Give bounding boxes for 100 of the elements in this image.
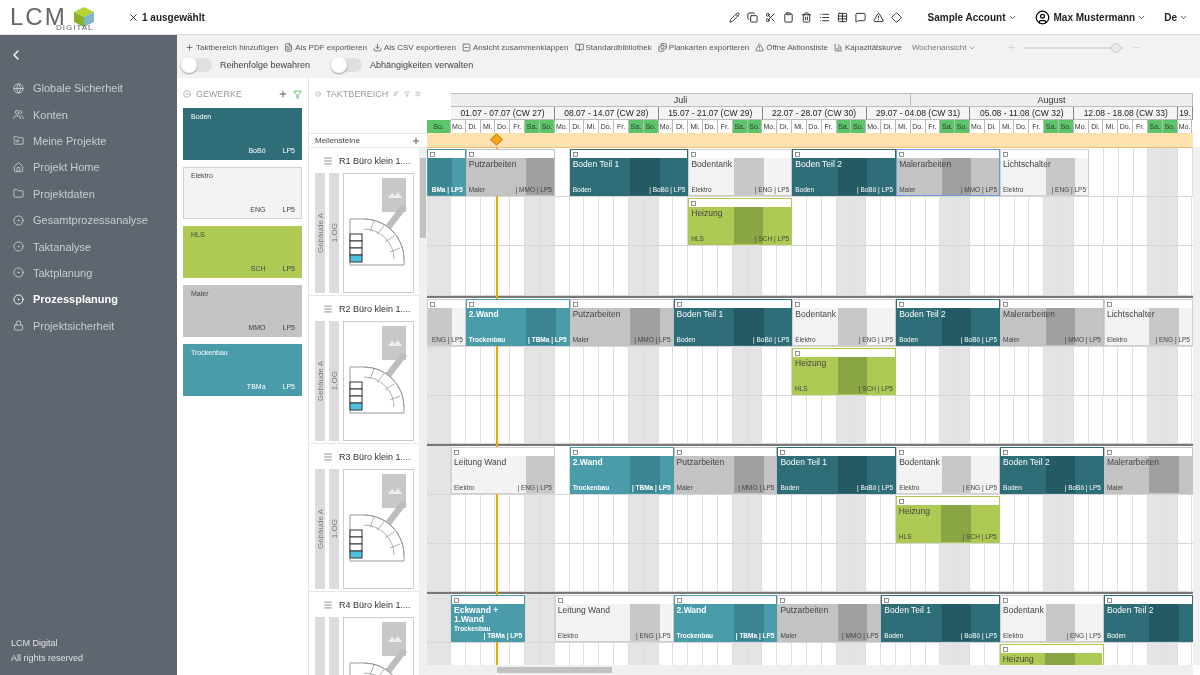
toggle-switch[interactable] (332, 57, 363, 72)
table-icon[interactable] (836, 11, 848, 23)
nav-item[interactable]: Projektdaten (0, 180, 177, 207)
task-title: Lichtschalter (1003, 160, 1052, 169)
language-menu[interactable]: De (1162, 9, 1190, 25)
building-label: Gebäude A (315, 360, 325, 401)
filter-icon[interactable] (293, 89, 302, 99)
week-header: 29.07 - 04.08 (CW 31) (866, 107, 971, 120)
plus-icon (185, 43, 194, 52)
task-title: Bodentank (795, 310, 837, 319)
drag-handle-icon[interactable] (323, 156, 333, 166)
copy-icon[interactable] (746, 11, 758, 23)
add-icon[interactable] (411, 135, 421, 146)
toolbar-button[interactable]: Als PDF exportieren (281, 43, 370, 52)
toggle-label: Abhängigkeiten verwalten (370, 59, 474, 70)
nav-item[interactable]: Gesamtprozessanalyse (0, 206, 177, 234)
warning-icon[interactable] (872, 11, 884, 23)
account-menu[interactable]: Sample Account (925, 9, 1019, 25)
lock-icon (13, 320, 24, 332)
diamond-icon[interactable] (890, 11, 902, 23)
task-title: Heizung (1002, 655, 1035, 664)
task-title: Heizung (691, 209, 724, 218)
delete-icon[interactable] (800, 11, 812, 23)
week-header: 08.07 - 14.07 (CW 28) (554, 107, 659, 120)
folder-icon (13, 188, 24, 200)
room-name: R1 Büro klein 1.... (339, 156, 411, 166)
user-menu[interactable]: Max Mustermann (1051, 9, 1149, 25)
zoom-in-icon[interactable] (1007, 43, 1017, 52)
toolbar-button[interactable]: Als CSV exportieren (369, 43, 459, 52)
slider-thumb[interactable] (1111, 42, 1122, 53)
room-name: R3 Büro klein 1.... (339, 452, 411, 462)
sort-icon[interactable] (393, 90, 400, 98)
toggle-switch[interactable] (182, 57, 212, 72)
task-title: Lichtschalter (1106, 310, 1156, 319)
nav-item[interactable]: Taktanalyse (0, 233, 177, 260)
vertical-scrollbar[interactable] (1193, 147, 1200, 665)
nav-item[interactable]: Projektsicherheit (0, 312, 177, 339)
nav-item[interactable]: Prozessplanung (0, 286, 177, 313)
nav-label: Globale Sicherheit (33, 82, 123, 95)
nav-label: Projekt Home (33, 161, 100, 174)
task-title: Boden Teil 2 (795, 160, 843, 169)
task-title: Boden Teil 2 (1003, 458, 1051, 467)
nav-label: Taktplanung (33, 266, 93, 279)
task-title: 2.Wand (468, 310, 500, 319)
toolbar-button[interactable]: Ansicht zusammenklappen (458, 43, 572, 52)
drag-handle-icon[interactable] (323, 452, 333, 462)
task-title: Malerarbeiten (1003, 310, 1057, 319)
toolbar-button[interactable]: Plankarten exportieren (654, 43, 753, 52)
list-icon[interactable] (818, 11, 830, 23)
home-icon (13, 161, 24, 173)
circle-icon (13, 293, 24, 305)
book-icon (574, 43, 584, 52)
folder-icon (13, 135, 24, 147)
collapse-icon (461, 43, 471, 52)
task-title: Heizung (795, 359, 828, 368)
radio-icon[interactable] (183, 90, 191, 98)
footer-text: LCM Digital (11, 638, 59, 648)
nav-label: Taktanalyse (33, 240, 92, 253)
circle-icon (13, 214, 24, 226)
column-title: GEWERKE (196, 89, 243, 99)
drag-handle-icon[interactable] (323, 600, 333, 610)
view-dropdown[interactable]: Wochenansicht (908, 43, 980, 52)
drag-handle-icon[interactable] (323, 304, 333, 314)
nav-item[interactable]: Taktplanung (0, 259, 177, 287)
nav-label: Projektsicherheit (33, 319, 115, 332)
toolbar-button[interactable]: Taktbereich hinzufügen (182, 43, 282, 52)
filter-icon[interactable] (404, 90, 411, 98)
close-icon[interactable] (128, 11, 139, 23)
chart-icon (833, 43, 843, 52)
nav-item[interactable]: Globale Sicherheit (0, 75, 177, 102)
user-icon (1034, 9, 1050, 25)
horizontal-scrollbar[interactable] (427, 665, 1193, 675)
toggle-label: Reihenfolge bewahren (220, 59, 311, 70)
toolbar-button[interactable]: Öffne Aktionsliste (752, 43, 831, 52)
room-name: R4 Büro klein 1.... (339, 600, 411, 610)
milestones-label: Meilensteine (315, 136, 360, 145)
task-title: Putzarbeiten (468, 160, 518, 169)
task-title: Boden Teil 1 (676, 310, 725, 319)
nav-label: Projektdaten (33, 187, 95, 200)
toolbar-button[interactable]: Standardbibliothek (571, 43, 655, 52)
edit-icon[interactable] (728, 11, 740, 23)
add-icon[interactable] (278, 89, 288, 99)
radio-icon[interactable] (315, 90, 321, 98)
warning-icon (755, 43, 765, 52)
nav-item[interactable]: Konten (0, 101, 177, 128)
nav-item[interactable]: Projekt Home (0, 154, 177, 181)
toolbar-button[interactable]: Kapazitätskurve (830, 43, 905, 52)
cut-icon[interactable] (764, 11, 776, 23)
nav-item[interactable]: Meine Projekte (0, 127, 177, 155)
paste-icon[interactable] (782, 11, 794, 23)
task-title: Heizung (898, 507, 932, 516)
task-bar[interactable]: Heizung (999, 644, 1104, 665)
comment-icon[interactable] (854, 11, 866, 23)
vertical-scrollbar[interactable] (419, 148, 427, 675)
milestone-marker[interactable] (489, 133, 503, 146)
task-title: Boden Teil 1 (780, 458, 829, 467)
task-title: Malerarbeiten (899, 160, 953, 169)
task-title: Putzarbeiten (780, 606, 830, 615)
users-icon (13, 109, 24, 121)
circle-icon (13, 241, 24, 253)
